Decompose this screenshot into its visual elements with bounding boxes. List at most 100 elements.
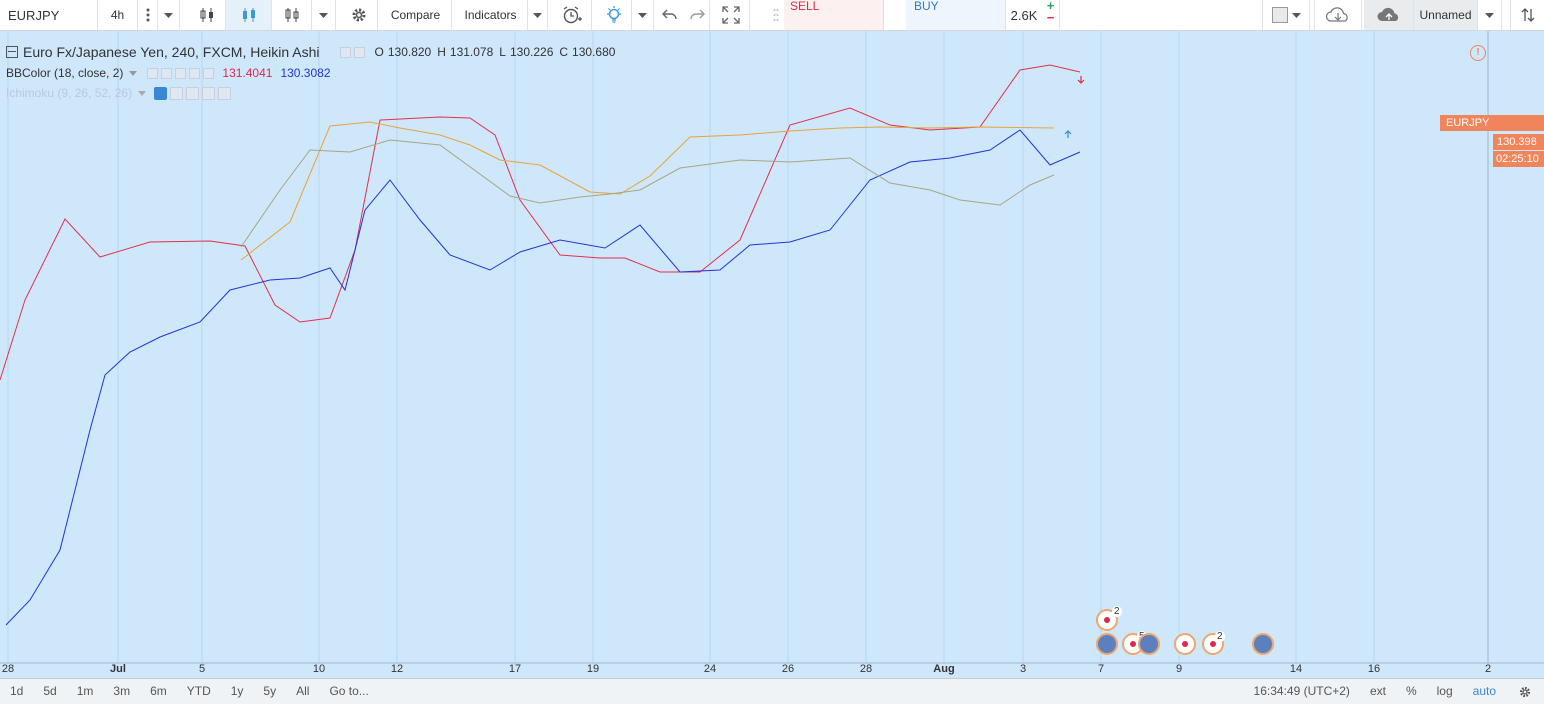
range-1m[interactable]: 1m [67, 679, 104, 704]
ohlc-open-label: O [374, 45, 384, 59]
undo-icon[interactable] [656, 0, 684, 30]
ichimoku-name[interactable]: Ichimoku (9, 26, 52, 26) [6, 86, 132, 100]
bb-lower-value: 130.3082 [280, 66, 331, 80]
bb-close-icon[interactable] [203, 67, 215, 79]
settings-icon[interactable] [353, 46, 365, 58]
ichimoku-line [240, 139, 1055, 248]
time-label: 28 [859, 663, 873, 675]
last-price-tag: 130.398 [1493, 134, 1544, 150]
percent-toggle[interactable]: % [1396, 679, 1427, 704]
idea-bulb-icon[interactable] [596, 0, 632, 30]
ohlc-low-label: L [499, 45, 506, 59]
ichimoku-settings-icon[interactable] [170, 86, 184, 100]
range-all[interactable]: All [286, 679, 319, 704]
bb-settings-icon[interactable] [161, 67, 173, 79]
collapse-icon[interactable] [6, 46, 18, 58]
ichimoku-close-icon[interactable] [218, 86, 232, 100]
drag-handle-icon[interactable] [768, 0, 784, 30]
idea-chevron-icon[interactable] [632, 0, 654, 30]
heikin-style-icon[interactable] [272, 0, 312, 30]
chart-settings-gear-icon[interactable] [1506, 679, 1544, 704]
time-label: 9 [1175, 663, 1183, 675]
interval-dropdown-chevron-icon[interactable] [158, 0, 180, 30]
sell-button[interactable]: SELL [784, 0, 884, 30]
candles-style-icon[interactable] [226, 0, 272, 30]
range-5d[interactable]: 5d [33, 679, 66, 704]
time-label: 19 [586, 663, 600, 675]
bb-upper-value: 131.4041 [222, 66, 273, 80]
time-label: Aug [933, 663, 955, 675]
dividend-marker-icon[interactable] [1252, 633, 1274, 655]
ichimoku-more-icon[interactable] [202, 86, 216, 100]
ichimoku-source-icon[interactable] [186, 86, 200, 100]
ohlc-close: 130.680 [572, 45, 616, 59]
eye-icon[interactable] [339, 46, 351, 58]
symbol-price-tag: EURJPY [1440, 115, 1544, 131]
time-label: 16 [1367, 663, 1381, 675]
more-vertical-icon[interactable] [138, 0, 158, 30]
chart-legend-main: Euro Fx/Japanese Yen, 240, FXCM, Heikin … [6, 44, 615, 60]
time-label: 2 [1484, 663, 1492, 675]
compare-button[interactable]: Compare [380, 0, 452, 30]
series-title: Euro Fx/Japanese Yen, 240, FXCM, Heikin … [23, 44, 320, 60]
range-ytd[interactable]: YTD [177, 679, 221, 704]
fullscreen-icon[interactable] [712, 0, 750, 30]
auto-toggle[interactable]: auto [1463, 679, 1506, 704]
layout-name-label: Unnamed [1419, 8, 1472, 22]
quantity-stepper[interactable]: + − [1042, 0, 1060, 30]
bbcolor-chevron-icon[interactable] [129, 70, 138, 76]
bb-more-icon[interactable] [189, 67, 201, 79]
sort-arrows-icon[interactable] [1510, 0, 1544, 30]
ohlc-close-label: C [559, 45, 569, 59]
chart-style-chevron-icon[interactable] [312, 0, 336, 30]
sell-arrow-icon [1077, 76, 1085, 84]
alert-clock-icon[interactable] [552, 0, 592, 30]
interval-button[interactable]: 4h [98, 0, 138, 30]
price-chart[interactable] [0, 31, 1544, 678]
time-label: 17 [508, 663, 522, 675]
buy-label: BUY [914, 0, 939, 13]
warning-icon[interactable]: ! [1470, 45, 1486, 61]
quantity-field[interactable]: 2.6K [1006, 0, 1042, 30]
bb-eye-icon[interactable] [147, 67, 159, 79]
chart-pane[interactable] [0, 31, 1544, 678]
ext-toggle[interactable]: ext [1360, 679, 1396, 704]
log-toggle[interactable]: log [1427, 679, 1463, 704]
ichimoku-chevron-icon[interactable] [138, 90, 147, 96]
gear-icon[interactable] [340, 0, 378, 30]
dividend-marker-icon[interactable] [1138, 633, 1160, 655]
dividend-marker-icon[interactable] [1096, 633, 1118, 655]
bb-lower-line [5, 129, 1081, 626]
decrease-icon[interactable]: − [1047, 11, 1055, 24]
layout-chevron-icon[interactable] [1478, 0, 1502, 30]
range-3m[interactable]: 3m [103, 679, 140, 704]
bbcolor-legend: BBColor (18, close, 2) 131.4041 130.3082 [6, 66, 331, 80]
buy-button[interactable]: BUY [906, 0, 1006, 30]
symbol-label: EURJPY [8, 7, 60, 23]
cloud-load-icon[interactable] [1314, 0, 1362, 30]
indicators-button[interactable]: Indicators [454, 0, 528, 30]
time-label: 10 [312, 663, 326, 675]
event-marker-icon[interactable] [1174, 633, 1196, 655]
indicators-label: Indicators [464, 8, 517, 22]
bb-source-icon[interactable] [175, 67, 187, 79]
layout-name-button[interactable]: Unnamed [1414, 0, 1478, 30]
ichimoku-eye-icon[interactable] [154, 86, 168, 100]
goto-button[interactable]: Go to... [319, 679, 378, 704]
color-chevron-icon [1291, 12, 1301, 18]
color-picker-button[interactable] [1262, 0, 1310, 30]
clock-time: 16:34:49 (UTC+2) [1253, 684, 1350, 698]
event-count-badge: 2 [1215, 631, 1225, 642]
time-label: 12 [390, 663, 404, 675]
bbcolor-name[interactable]: BBColor (18, close, 2) [6, 66, 123, 80]
symbol-search[interactable]: EURJPY [0, 0, 98, 30]
indicators-chevron-icon[interactable] [528, 0, 548, 30]
range-5y[interactable]: 5y [253, 679, 286, 704]
range-1d[interactable]: 1d [0, 679, 33, 704]
redo-icon[interactable] [684, 0, 710, 30]
range-6m[interactable]: 6m [140, 679, 177, 704]
range-1y[interactable]: 1y [221, 679, 254, 704]
cloud-save-icon[interactable] [1364, 0, 1414, 30]
bar-style-icon[interactable] [188, 0, 226, 30]
ohlc-high: 131.078 [449, 45, 494, 59]
